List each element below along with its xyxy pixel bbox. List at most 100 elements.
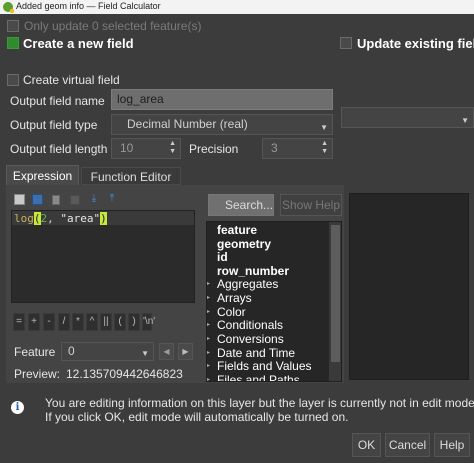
ok-button[interactable]: OK	[352, 433, 381, 457]
output-field-type-select[interactable]: Decimal Number (real) ▼	[111, 114, 333, 135]
output-field-name-input[interactable]: log_area	[111, 89, 333, 110]
function-list-scrollbar[interactable]	[329, 222, 341, 381]
function-list-item[interactable]: ▸ Conditionals	[207, 318, 329, 333]
precision-spinbox[interactable]: 3 ▲ ▼	[262, 138, 333, 159]
operator-power-button[interactable]: ^	[86, 313, 98, 331]
tab-function-editor[interactable]: Function Editor	[81, 167, 181, 185]
update-existing-field-checkbox[interactable]	[340, 37, 352, 49]
expand-arrow-icon: ▸	[207, 295, 211, 302]
function-list-item-label: Arrays	[217, 291, 252, 305]
output-field-length-label: Output field length	[10, 142, 108, 156]
function-list-item[interactable]: ▸ Conversions	[207, 331, 329, 347]
delete-icon[interactable]	[52, 195, 60, 205]
spin-arrows-icon: ▲ ▼	[321, 140, 328, 155]
chevron-down-icon: ▼	[141, 349, 149, 358]
title-bar: Added geom info — Field Calculator	[0, 0, 474, 14]
expand-arrow-icon: ▸	[207, 335, 211, 342]
arrow-right-icon: ▶	[182, 347, 189, 356]
function-list-item-label: row_number	[217, 263, 290, 278]
only-update-selected-checkbox[interactable]	[7, 20, 19, 32]
import-icon[interactable]: ⤓	[88, 194, 100, 205]
search-input[interactable]: Search...	[208, 194, 274, 216]
tab-expression[interactable]: Expression	[6, 165, 79, 185]
code-string-token: "area"	[60, 212, 101, 225]
show-help-button[interactable]: Show Help	[280, 194, 342, 216]
function-list-item[interactable]: id	[207, 250, 329, 265]
function-list-item-label: Date and Time	[217, 345, 296, 360]
info-message-line1: You are editing information on this laye…	[45, 396, 474, 410]
create-virtual-field-checkbox[interactable]	[7, 74, 19, 86]
expand-arrow-icon: ▸	[207, 308, 211, 315]
output-field-type-label: Output field type	[10, 118, 98, 132]
code-comma-token: ,	[47, 212, 61, 225]
function-list-item-label: Files and Paths	[217, 372, 300, 382]
function-list-item-label: geometry	[217, 236, 272, 251]
edit-icon[interactable]	[70, 195, 80, 205]
code-paren-token: (	[33, 212, 41, 225]
expand-arrow-icon: ▸	[207, 349, 211, 356]
operator-minus-button[interactable]: -	[43, 313, 55, 331]
precision-value: 3	[271, 141, 278, 155]
function-list-item[interactable]: geometry	[207, 236, 329, 252]
operator-multiply-button[interactable]: *	[72, 313, 84, 331]
preview-value: 12.135709442646823	[66, 367, 183, 381]
expression-editor[interactable]: log(2, "area")	[11, 210, 195, 303]
info-icon: i	[11, 401, 24, 414]
create-new-field-checkbox[interactable]	[7, 37, 19, 49]
operator-open-paren-button[interactable]: (	[114, 313, 126, 331]
code-function-token: log	[14, 212, 34, 225]
function-list-item-label: Conversions	[217, 331, 284, 346]
operator-divide-button[interactable]: /	[58, 313, 70, 331]
next-feature-button[interactable]: ▶	[178, 343, 193, 360]
preview-label: Preview:	[14, 367, 61, 381]
feature-select[interactable]: 0 ▼	[61, 342, 154, 361]
code-paren-token: )	[100, 212, 107, 225]
operator-newline-button[interactable]: '\n'	[142, 313, 155, 331]
clear-icon[interactable]	[14, 194, 25, 205]
update-existing-field-label: Update existing field	[357, 36, 474, 51]
previous-feature-button[interactable]: ◀	[159, 343, 174, 360]
export-icon[interactable]: ⤒	[106, 194, 118, 205]
create-new-field-label: Create a new field	[23, 36, 134, 51]
function-list-item[interactable]: ▸ Date and Time	[207, 345, 329, 361]
cancel-button[interactable]: Cancel	[385, 433, 430, 457]
only-update-selected-label: Only update 0 selected feature(s)	[24, 19, 202, 33]
output-field-length-value: 10	[120, 141, 134, 155]
operator-plus-button[interactable]: +	[28, 313, 40, 331]
function-list[interactable]: feature geometry id row_number ▸ Aggregates ▸ A…	[206, 221, 342, 382]
output-field-length-spinbox[interactable]: 10 ▲ ▼	[111, 138, 181, 159]
scrollbar-thumb[interactable]	[331, 225, 340, 362]
function-list-item[interactable]: feature	[207, 223, 329, 238]
function-list-item-label: feature	[217, 223, 258, 237]
save-icon[interactable]	[32, 194, 43, 205]
function-list-item[interactable]: ▸ Fields and Values	[207, 359, 329, 374]
expand-arrow-icon: ▸	[207, 281, 211, 288]
function-list-item[interactable]: ▸ Files and Paths	[207, 372, 329, 382]
precision-label: Precision	[189, 142, 239, 156]
output-field-type-value: Decimal Number (real)	[127, 117, 248, 131]
existing-field-select[interactable]: ▼	[341, 107, 474, 128]
function-list-item[interactable]: ▸ Arrays	[207, 291, 329, 306]
function-list-item[interactable]: ▸ Aggregates	[207, 278, 329, 292]
create-virtual-field-label: Create virtual field	[23, 73, 120, 87]
function-list-item-label: Aggregates	[217, 277, 279, 292]
help-panel	[349, 193, 469, 380]
function-list-items: feature geometry id row_number ▸ Aggregates ▸ A…	[207, 223, 329, 382]
feature-label: Feature	[14, 345, 56, 359]
expand-arrow-icon: ▸	[207, 322, 211, 329]
help-button[interactable]: Help	[434, 433, 470, 457]
function-list-item-label: id	[217, 250, 228, 265]
function-list-item[interactable]: ▸ Color	[207, 304, 329, 320]
arrow-left-icon: ◀	[163, 347, 170, 356]
function-list-item-label: Color	[217, 304, 246, 319]
operator-close-paren-button[interactable]: )	[128, 313, 140, 331]
operator-concat-button[interactable]: ||	[100, 313, 112, 331]
output-field-name-label: Output field name	[10, 94, 105, 108]
expression-text: log(2, "area")	[14, 212, 107, 225]
info-message-line2: If you click OK, edit mode will automati…	[45, 410, 349, 424]
function-list-item[interactable]: row_number	[207, 263, 329, 279]
spin-arrows-icon: ▲ ▼	[169, 140, 176, 155]
expand-arrow-icon: ▸	[207, 376, 211, 382]
function-list-item-label: Conditionals	[217, 318, 284, 333]
operator-equals-button[interactable]: =	[13, 313, 25, 331]
